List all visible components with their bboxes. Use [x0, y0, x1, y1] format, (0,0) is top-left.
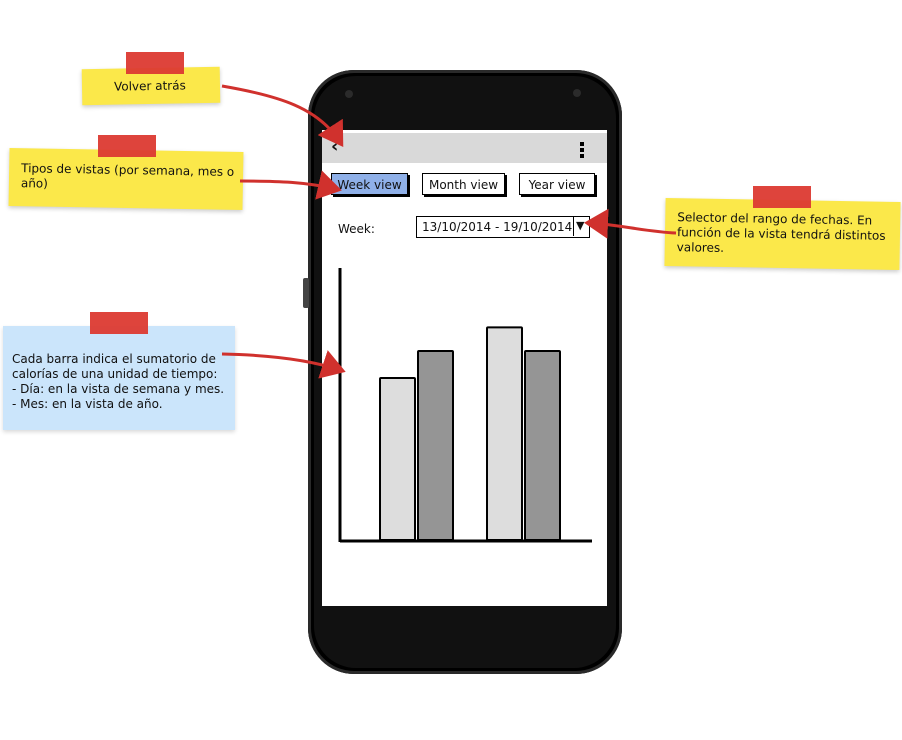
- arrow-views: [239, 170, 342, 200]
- arrow-range: [584, 208, 677, 239]
- arrow-bars: [221, 350, 346, 379]
- annotation-arrows: [221, 84, 677, 379]
- arrow-back: [221, 84, 344, 148]
